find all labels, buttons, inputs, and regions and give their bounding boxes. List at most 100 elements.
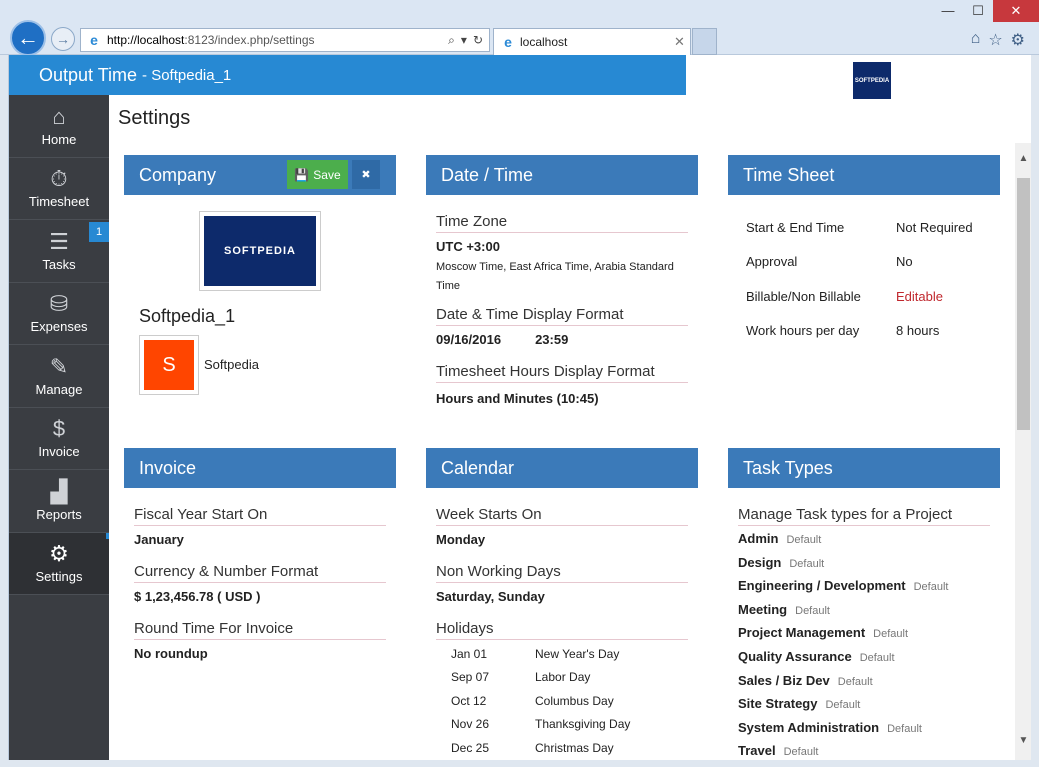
scroll-down-icon[interactable]: ▼ (1015, 735, 1031, 746)
task-type-item[interactable]: Meeting Default (728, 602, 1000, 626)
task-type-item[interactable]: System Administration Default (728, 720, 1000, 744)
app-title[interactable]: Output Time (39, 65, 137, 86)
sidebar-item-timesheet[interactable]: ⏱ Timesheet (9, 158, 109, 220)
task-type-item[interactable]: Project Management Default (728, 625, 1000, 649)
hours-format-label: Timesheet Hours Display Format (436, 363, 688, 383)
sidebar-item-expenses[interactable]: ⛁ Expenses (9, 283, 109, 345)
timesheet-panel-header: Time Sheet (728, 155, 1000, 195)
minimize-button[interactable]: — (933, 0, 963, 22)
arrow-left-icon: ← (17, 25, 39, 50)
holidays-label: Holidays (436, 620, 688, 640)
ie-icon: e (504, 34, 512, 50)
app-header: Output Time - Softpedia_1 (9, 55, 686, 95)
address-url[interactable]: http://localhost:8123/index.php/settings (107, 33, 448, 47)
company-name: Softpedia_1 (139, 306, 236, 326)
sidebar-item-tasks[interactable]: ☰ Tasks 1 (9, 220, 109, 283)
back-button[interactable]: ← (10, 20, 46, 56)
task-type-item[interactable]: Sales / Biz Dev Default (728, 673, 1000, 697)
week-value[interactable]: Monday (436, 532, 688, 547)
holiday-row[interactable]: Jan 01 New Year's Day (426, 642, 698, 666)
page-viewport: Output Time - Softpedia_1 SOFTPEDIA ⌂ Ho… (8, 55, 1031, 760)
sidebar: ⌂ Home ⏱ Timesheet ☰ Tasks 1 ⛁ Expenses … (9, 95, 109, 760)
edit-icon: ✎ (49, 353, 69, 379)
datetime-panel-header: Date / Time (426, 155, 698, 195)
task-type-item[interactable]: Admin Default (728, 531, 1000, 555)
search-icon[interactable]: ⌕ (448, 33, 455, 48)
company-logo[interactable]: SOFTPEDIA (199, 211, 321, 291)
holiday-row[interactable]: Nov 26 Thanksgiving Day (426, 713, 698, 737)
address-bar[interactable]: e http://localhost:8123/index.php/settin… (80, 28, 490, 52)
task-type-item[interactable]: Design Default (728, 555, 1000, 579)
fiscal-value[interactable]: January (134, 532, 386, 547)
sidebar-item-home[interactable]: ⌂ Home (9, 95, 109, 158)
timesheet-row[interactable]: Start & End Time Not Required (728, 210, 1000, 245)
close-window-button[interactable]: ✕ (993, 0, 1039, 22)
timesheet-row[interactable]: Approval No (728, 245, 1000, 280)
tasks-icon: ☰ (49, 228, 69, 254)
browser-tab[interactable]: e localhost ✕ (493, 28, 691, 55)
home-icon[interactable]: ⌂ (971, 30, 981, 50)
sidebar-item-reports[interactable]: ▟ Reports (9, 470, 109, 533)
hours-format-value[interactable]: Hours and Minutes (10:45) (436, 391, 688, 406)
close-tab-icon[interactable]: ✕ (674, 34, 690, 50)
task-type-item[interactable]: Travel Default (728, 743, 1000, 760)
nonwork-value[interactable]: Saturday, Sunday (436, 589, 688, 604)
timesheet-panel: Time Sheet Start & End Time Not Required … (728, 155, 1000, 348)
timesheet-row[interactable]: Work hours per day 8 hours (728, 314, 1000, 349)
nonwork-label: Non Working Days (436, 563, 688, 583)
floppy-icon: 💾 (294, 167, 310, 182)
arrow-right-icon: → (56, 31, 70, 47)
dropdown-icon[interactable]: ▾ (461, 33, 467, 48)
manage-tasktypes-label[interactable]: Manage Task types for a Project (738, 506, 990, 526)
fiscal-label: Fiscal Year Start On (134, 506, 386, 526)
holiday-row[interactable]: Dec 25 Christmas Day (426, 736, 698, 760)
task-type-item[interactable]: Site Strategy Default (728, 696, 1000, 720)
task-type-item[interactable]: Engineering / Development Default (728, 578, 1000, 602)
timesheet-row[interactable]: Billable/Non Billable Editable (728, 279, 1000, 314)
refresh-icon[interactable]: ↻ (473, 33, 483, 48)
datetime-format-value[interactable]: 09/16/2016 23:59 (436, 332, 688, 347)
coins-icon: ⛁ (49, 291, 69, 317)
stopwatch-icon: ⏱ (50, 166, 68, 192)
calendar-panel-header: Calendar (426, 448, 698, 488)
maximize-button[interactable]: ☐ (963, 0, 993, 22)
invoice-panel-header: Invoice (124, 448, 396, 488)
timezone-value[interactable]: UTC +3:00 (436, 239, 688, 254)
save-button[interactable]: 💾 Save (287, 160, 348, 189)
invoice-icon: $ (52, 416, 66, 442)
tasktypes-panel: Task Types Manage Task types for a Proje… (728, 448, 1000, 760)
sidebar-item-manage[interactable]: ✎ Manage (9, 345, 109, 408)
calendar-panel: Calendar Week Starts On Monday Non Worki… (426, 448, 698, 760)
gear-icon[interactable]: ⚙ (1011, 30, 1025, 50)
sidebar-item-invoice[interactable]: $ Invoice (9, 408, 109, 470)
currency-label: Currency & Number Format (134, 563, 386, 583)
window-controls: — ☐ ✕ (933, 0, 1039, 22)
sidebar-item-settings[interactable]: ⚙ Settings (9, 532, 109, 595)
cancel-button[interactable]: ✖ (352, 160, 380, 189)
close-icon: ✖ (361, 169, 371, 181)
scrollbar-thumb[interactable] (1017, 178, 1030, 430)
datetime-panel: Date / Time Time Zone UTC +3:00 Moscow T… (426, 155, 698, 406)
forward-button[interactable]: → (51, 27, 75, 51)
datetime-format-label: Date & Time Display Format (436, 306, 688, 326)
avatar[interactable]: S (139, 335, 199, 395)
round-label: Round Time For Invoice (134, 620, 386, 640)
holiday-row[interactable]: Oct 12 Columbus Day (426, 689, 698, 713)
page-scrollbar[interactable]: ▲ ▼ (1015, 143, 1031, 760)
avatar-label: Softpedia (204, 357, 259, 372)
holiday-row[interactable]: Sep 07 Labor Day (426, 666, 698, 690)
ie-icon: e (90, 32, 98, 48)
scroll-up-icon[interactable]: ▲ (1015, 153, 1031, 164)
currency-value[interactable]: $ 1,23,456.78 ( USD ) (134, 589, 386, 604)
tasks-badge: 1 (89, 222, 109, 242)
company-panel-header: Company 💾 Save ✖ (124, 155, 396, 195)
task-type-item[interactable]: Quality Assurance Default (728, 649, 1000, 673)
star-icon[interactable]: ☆ (988, 30, 1002, 50)
page-title: Settings (118, 107, 191, 129)
round-value[interactable]: No roundup (134, 646, 386, 661)
timezone-label: Time Zone (436, 213, 688, 233)
chart-icon: ▟ (50, 478, 68, 504)
week-label: Week Starts On (436, 506, 688, 526)
tasktypes-panel-header: Task Types (728, 448, 1000, 488)
new-tab-button[interactable] (692, 28, 717, 55)
